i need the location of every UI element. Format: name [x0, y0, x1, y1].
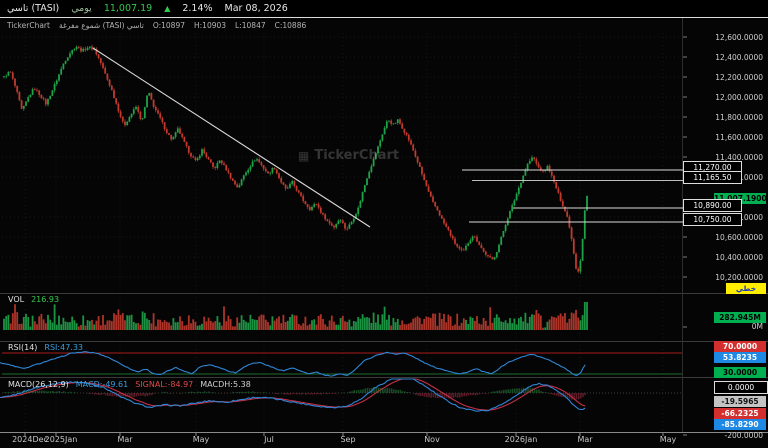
interval-label[interactable]: يومي: [71, 3, 92, 14]
header-divider: [0, 17, 768, 18]
rsi-value-badge: 53.8235: [714, 352, 766, 363]
time-tick-label: May: [178, 435, 224, 444]
symbol-name: تاسي (TASI): [7, 3, 59, 14]
rsi-upper-badge: 70.0000: [714, 341, 766, 352]
rsi-lower-badge: 30.0000: [714, 367, 766, 378]
price-tick-label: 12,400.0000: [715, 53, 763, 62]
tickerchart-logo-icon: ▦: [298, 149, 309, 163]
session-date: Mar 08, 2026: [225, 3, 288, 14]
macd-legend: MACD(26,12,9) MACD:-49.61 SIGNAL:-84.97 …: [8, 380, 251, 389]
level-badge: 10,890.00: [683, 199, 742, 212]
time-tick-label: 2026Jan: [498, 435, 544, 444]
watermark: ▦ TickerChart: [298, 148, 399, 163]
volume-legend: VOL 216.93: [8, 295, 59, 304]
time-tick-label: Sep: [325, 435, 371, 444]
volume-badge: 282.945M: [714, 312, 766, 323]
change-percent: 2.14%: [182, 3, 212, 14]
up-arrow-icon: ▲: [164, 4, 170, 13]
tickerchart-window: تاسي (TASI) يومي 11,007.19 ▲ 2.14% Mar 0…: [0, 0, 768, 448]
rsi-legend: RSI(14) RSI:47.33: [8, 343, 83, 352]
level-badge: 10,750.00: [683, 213, 742, 226]
time-tick-label: Mar: [562, 435, 608, 444]
price-tick-label: 11,800.0000: [715, 113, 763, 122]
macd-signal-badge: -66.2325: [714, 408, 766, 419]
ohlc-high: H:10903: [194, 21, 226, 30]
time-tick-label: Nov: [409, 435, 455, 444]
time-tick-label: Mar: [102, 435, 148, 444]
volume-zero-label: 0M: [752, 322, 763, 331]
time-tick-label: 2025Jan: [38, 435, 84, 444]
time-tick-label: May: [645, 435, 691, 444]
macd-zero-badge: 0.0000: [714, 381, 768, 394]
scale-mode-badge[interactable]: خطي: [726, 283, 766, 294]
macd-axis-tick: -200.0000: [725, 431, 764, 440]
macd-hist-badge: -19.5965: [714, 396, 766, 407]
ohlc-open: O:10897: [153, 21, 185, 30]
ohlc-low: L:10847: [235, 21, 266, 30]
last-price: 11,007.19: [104, 3, 152, 14]
macd-value-badge: -85.8290: [714, 419, 766, 430]
app-name: TickerChart: [7, 21, 50, 30]
level-badge: 11,165.50: [683, 171, 742, 184]
chart-info-bar: TickerChart تاسي (TASI) شموع مفرغة O:108…: [0, 20, 313, 31]
price-tick-label: 10,200.0000: [715, 273, 763, 282]
price-tick-label: 10,400.0000: [715, 253, 763, 262]
price-tick-label: 10,600.0000: [715, 233, 763, 242]
ticker-header: تاسي (TASI) يومي 11,007.19 ▲ 2.14% Mar 0…: [0, 0, 768, 17]
price-tick-label: 12,600.0000: [715, 33, 763, 42]
price-tick-label: 11,600.0000: [715, 133, 763, 142]
ohlc-close: C:10886: [275, 21, 307, 30]
price-tick-label: 12,200.0000: [715, 73, 763, 82]
time-tick-label: Jul: [246, 435, 292, 444]
series-label: تاسي (TASI) شموع مفرغة: [59, 21, 144, 30]
price-tick-label: 12,000.0000: [715, 93, 763, 102]
